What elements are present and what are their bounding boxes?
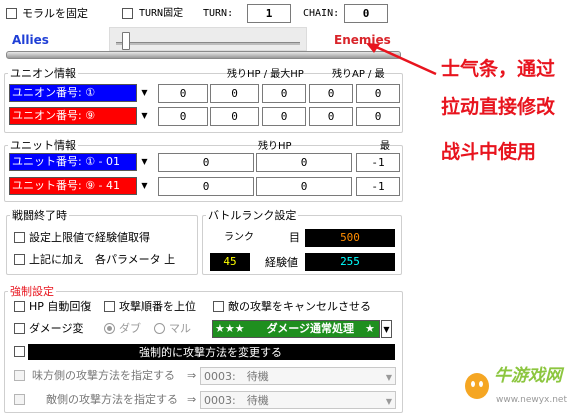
chevron-down-icon[interactable]: ▼ — [381, 320, 392, 338]
union-enemy-value[interactable]: 0 — [210, 107, 259, 126]
union-enemy-value[interactable]: 0 — [262, 107, 306, 126]
union-select-ally[interactable]: ユニオン番号: ① — [9, 84, 137, 102]
unit-header-hp: 残りHP — [258, 141, 292, 152]
union-ally-value[interactable]: 0 — [210, 84, 259, 103]
unit-select-enemy[interactable]: ユニット番号: ⑨ - 41 — [9, 177, 137, 195]
chevron-down-icon[interactable]: ▼ — [139, 84, 150, 102]
ally-attack-select[interactable]: 0003: 待機 ▼ — [200, 367, 396, 385]
union-enemy-value[interactable]: 0 — [158, 107, 208, 126]
mal-label: マル — [169, 322, 191, 335]
force-attack-label: 強制的に攻撃方法を変更する — [139, 346, 282, 359]
enemy-attack-checkbox[interactable] — [14, 394, 25, 405]
battle-rank-title: バトルランク設定 — [206, 209, 299, 222]
hp-regen-checkbox[interactable] — [14, 301, 25, 312]
param-up-label: 上記に加え 各パラメータ 上 — [29, 253, 176, 266]
morale-slider[interactable] — [109, 27, 307, 51]
unit-enemy-hp[interactable]: 0 — [158, 177, 254, 196]
enemy-attack-label: 敵側の攻撃方法を指定する — [46, 393, 178, 406]
mal-radio[interactable] — [154, 323, 165, 334]
morale-lock-checkbox[interactable] — [6, 8, 17, 19]
morale-slider-track — [116, 42, 300, 45]
hp-regen-label: HP 自動回復 — [29, 300, 92, 313]
chevron-down-icon[interactable]: ▼ — [139, 177, 150, 195]
damage-change-label: ダメージ変 — [29, 322, 84, 335]
turn-input[interactable]: 1 — [247, 4, 291, 23]
chevron-down-icon[interactable]: ▼ — [139, 153, 150, 171]
turn-lock-checkbox[interactable] — [122, 8, 133, 19]
morale-slider-thumb[interactable] — [121, 32, 130, 50]
exp-cap-label: 設定上限値で経験値取得 — [29, 231, 150, 244]
annotation-line-1: 士气条，通过 — [441, 58, 556, 80]
rank-label: ランク — [224, 232, 254, 243]
rank-eye-label: 目 — [289, 231, 300, 244]
union-info-title: ユニオン情報 — [8, 67, 78, 80]
union-ally-value[interactable]: 0 — [158, 84, 208, 103]
enemy-attack-select[interactable]: 0003: 待機 ▼ — [200, 391, 396, 409]
dub-radio[interactable] — [104, 323, 115, 334]
chevron-down-icon: ▼ — [385, 373, 392, 382]
param-up-checkbox[interactable] — [14, 254, 25, 265]
union-ally-value[interactable]: 0 — [309, 84, 353, 103]
union-ally-value[interactable]: 0 — [262, 84, 306, 103]
exp-cap-checkbox[interactable] — [14, 232, 25, 243]
force-attack-checkbox[interactable] — [14, 346, 25, 357]
cancel-enemy-label: 敵の攻撃をキャンセルさせる — [228, 300, 371, 313]
unit-ally-max[interactable]: -1 — [356, 153, 400, 172]
watermark-bull-icon — [465, 373, 489, 399]
turn-lock-label: TURN固定 — [139, 8, 184, 19]
dub-label: ダブ — [119, 322, 141, 335]
unit-select-ally[interactable]: ユニット番号: ① - 01 — [9, 153, 137, 171]
unit-header-max: 最 — [380, 141, 390, 152]
chevron-down-icon[interactable]: ▼ — [139, 107, 150, 125]
annotation-line-3: 战斗中使用 — [441, 141, 537, 163]
exp-value-cyan[interactable]: 255 — [305, 253, 395, 271]
unit-ally-hp[interactable]: 0 — [158, 153, 254, 172]
ally-attack-label: 味方側の攻撃方法を指定する — [32, 369, 175, 382]
damage-mode-select[interactable]: ★★★ ダメージ通常処理 ★ — [212, 320, 380, 338]
union-header-ap: 残りAP / 最 — [332, 69, 385, 80]
chain-label: CHAIN: — [303, 8, 340, 19]
turn-label: TURN: — [203, 8, 234, 19]
chain-input[interactable]: 0 — [344, 4, 388, 23]
union-enemy-value[interactable]: 0 — [356, 107, 400, 126]
exp-label: 経験値 — [265, 256, 298, 269]
battle-end-group — [6, 215, 198, 275]
morale-lock-label: モラルを固定 — [22, 7, 88, 20]
damage-change-checkbox[interactable] — [14, 323, 25, 334]
battle-end-title: 戦闘終了時 — [10, 209, 69, 222]
union-ally-value[interactable]: 0 — [356, 84, 400, 103]
watermark-url: www.newyx.net — [496, 395, 568, 405]
enemy-attack-arrow: ⇒ — [187, 393, 197, 406]
ally-attack-arrow: ⇒ — [187, 369, 197, 382]
ally-attack-checkbox[interactable] — [14, 370, 25, 381]
cancel-enemy-checkbox[interactable] — [213, 301, 224, 312]
unit-enemy-max[interactable]: -1 — [356, 177, 400, 196]
rank-value-orange[interactable]: 500 — [305, 229, 395, 247]
attack-order-checkbox[interactable] — [104, 301, 115, 312]
morale-bar[interactable] — [6, 51, 401, 59]
unit-ally-maxhp[interactable]: 0 — [256, 153, 352, 172]
rank-value-yellow[interactable]: 45 — [210, 253, 250, 271]
forced-settings-title: 強制設定 — [8, 285, 56, 298]
watermark-text: 牛游戏网 — [494, 366, 562, 386]
union-header-hp: 残りHP / 最大HP — [227, 69, 304, 80]
allies-label: Allies — [12, 33, 49, 47]
unit-enemy-maxhp[interactable]: 0 — [256, 177, 352, 196]
attack-order-label: 攻撃順番を上位 — [119, 300, 196, 313]
union-select-enemy[interactable]: ユニオン番号: ⑨ — [9, 107, 137, 125]
chevron-down-icon: ▼ — [385, 397, 392, 406]
annotation-line-2: 拉动直接修改 — [441, 96, 556, 118]
unit-info-title: ユニット情報 — [8, 139, 78, 152]
watermark-logo: 牛游戏网 www.newyx.net — [462, 360, 574, 410]
union-enemy-value[interactable]: 0 — [309, 107, 353, 126]
